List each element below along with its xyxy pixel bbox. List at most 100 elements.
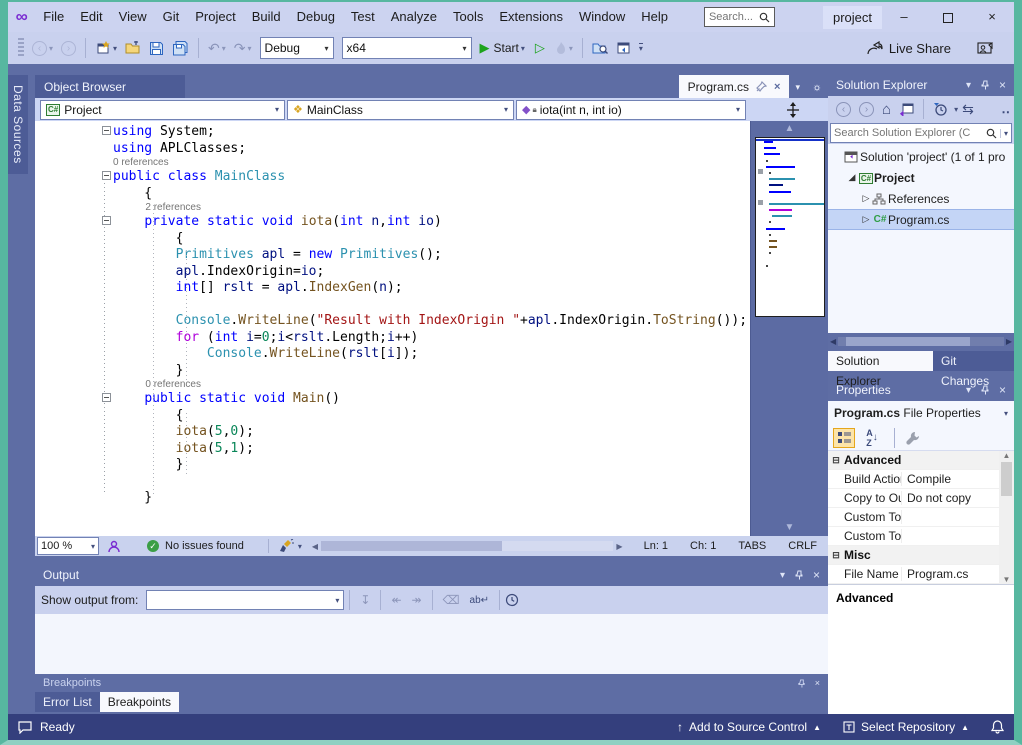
tab-program-cs[interactable]: Program.cs × — [679, 75, 790, 98]
sync-selection-icon[interactable]: ⇆ — [962, 101, 974, 118]
close-panel-icon[interactable]: × — [815, 678, 820, 688]
undo-button[interactable]: ↶▾ — [205, 36, 229, 60]
feedback-bubble-icon[interactable] — [18, 721, 32, 734]
property-row[interactable]: Custom Toc — [828, 527, 999, 546]
window-position-dropdown-icon[interactable]: ▾ — [966, 80, 971, 91]
outline-cell[interactable] — [99, 391, 113, 408]
pin-icon[interactable] — [980, 385, 990, 395]
property-pages-wrench-icon[interactable] — [906, 431, 920, 445]
navigate-back-button[interactable]: ‹▾ — [29, 36, 56, 60]
se-forward-icon[interactable]: › — [859, 102, 874, 117]
code-line[interactable]: using APLClasses; — [99, 141, 750, 158]
property-value[interactable]: Program.cs — [902, 567, 999, 581]
close-panel-icon[interactable]: × — [999, 383, 1006, 397]
solution-explorer-titlebar[interactable]: Solution Explorer ▾ × — [828, 74, 1014, 96]
close-tab-icon[interactable]: × — [774, 81, 780, 93]
project-dropdown[interactable]: C# Project▾ — [40, 100, 285, 120]
save-button[interactable] — [146, 36, 167, 60]
properties-titlebar[interactable]: Properties ▾ × — [828, 379, 1014, 401]
scroll-up-icon[interactable]: ▲ — [1003, 451, 1011, 460]
outline-cell[interactable] — [99, 214, 113, 231]
close-button[interactable]: × — [970, 3, 1014, 31]
scrollbar-thumb[interactable] — [846, 337, 970, 346]
output-panel-titlebar[interactable]: Output ▾ × — [35, 564, 828, 586]
open-file-button[interactable] — [122, 36, 144, 60]
collapse-icon[interactable] — [102, 126, 111, 135]
code-line[interactable]: public class MainClass — [99, 169, 750, 186]
select-repository-button[interactable]: Select Repository ▲ — [843, 720, 969, 734]
live-share-button[interactable]: Live Share — [866, 41, 951, 56]
code-line[interactable]: using System; — [99, 124, 750, 141]
properties-object-combo[interactable]: Program.cs File Properties ▾ — [828, 401, 1014, 425]
feedback-icon[interactable] — [977, 41, 994, 56]
property-row[interactable]: Copy to OuDo not copy — [828, 489, 999, 508]
tree-item-references[interactable]: ▷References — [828, 188, 1014, 209]
property-category-misc[interactable]: ⊟Misc — [828, 546, 999, 565]
properties-vscrollbar[interactable]: ▲ ▼ — [999, 451, 1014, 584]
codelens-references[interactable]: 2 references — [99, 202, 750, 214]
code-line[interactable]: } — [99, 490, 750, 507]
outline-cell[interactable] — [99, 169, 113, 186]
switch-views-icon[interactable] — [899, 103, 914, 116]
code-minimap[interactable] — [755, 137, 825, 317]
code-line[interactable]: { — [99, 186, 750, 203]
pin-icon[interactable] — [980, 80, 990, 90]
solution-configuration-combo[interactable]: Debug▾ — [260, 37, 334, 59]
menu-item-tools[interactable]: Tools — [445, 3, 491, 31]
code-line[interactable]: iota(5,0); — [99, 424, 750, 441]
scrollbar-thumb[interactable] — [321, 541, 502, 551]
editor-gutter[interactable] — [35, 121, 99, 536]
code-line[interactable]: Console.WriteLine(rslt[i]); — [99, 346, 750, 363]
pin-icon[interactable] — [756, 81, 767, 92]
home-icon[interactable]: ⌂ — [882, 101, 891, 118]
code-line[interactable]: private static void iota(int n,int io) — [99, 214, 750, 231]
pin-icon[interactable] — [794, 570, 804, 580]
tab-solution-explorer[interactable]: Solution Explorer — [828, 351, 933, 371]
menu-item-debug[interactable]: Debug — [289, 3, 343, 31]
document-health-indicator[interactable]: ✓ No issues found — [147, 540, 244, 552]
close-panel-icon[interactable]: × — [813, 568, 820, 582]
code-surface[interactable]: using System;using APLClasses;0 referenc… — [99, 121, 750, 536]
document-list-dropdown-icon[interactable]: ▾ — [789, 76, 806, 98]
zoom-level-combo[interactable]: 100 %▾ — [37, 537, 99, 555]
code-line[interactable] — [99, 297, 750, 314]
menu-item-help[interactable]: Help — [633, 3, 676, 31]
se-back-icon[interactable]: ‹ — [836, 102, 851, 117]
scroll-down-icon[interactable]: ▼ — [785, 520, 795, 536]
menu-item-window[interactable]: Window — [571, 3, 633, 31]
timestamp-clock-icon[interactable] — [505, 593, 519, 607]
search-options-dropdown-icon[interactable]: ▾ — [1000, 129, 1008, 138]
menu-item-git[interactable]: Git — [155, 3, 188, 31]
editor-scrollbar-map[interactable]: ▲ ▼ — [750, 121, 828, 536]
pending-changes-filter-icon[interactable] — [933, 102, 948, 116]
code-line[interactable]: { — [99, 408, 750, 425]
tree-item-project[interactable]: ◢C#Project — [828, 167, 1014, 188]
start-without-debugging-button[interactable]: ▷ — [535, 40, 545, 56]
output-content[interactable] — [35, 614, 828, 674]
expander-icon[interactable]: ▷ — [860, 214, 872, 225]
sync-with-active-document-button[interactable] — [613, 36, 635, 60]
live-share-presence-icon[interactable] — [107, 539, 121, 553]
clear-all-icon[interactable]: ⌫ — [443, 593, 460, 607]
member-dropdown[interactable]: ◆🔒︎ iota(int n, int io)▾ — [516, 100, 746, 120]
code-line[interactable]: int[] rslt = apl.IndexGen(n); — [99, 280, 750, 297]
scrollbar-thumb[interactable] — [1001, 462, 1012, 496]
code-line[interactable]: apl.IndexOrigin=io; — [99, 264, 750, 281]
collapse-icon[interactable]: ⊟ — [828, 455, 844, 466]
add-to-source-control-button[interactable]: ↑ Add to Source Control ▲ — [677, 720, 821, 734]
code-line[interactable]: for (int i=0;i<rslt.Length;i++) — [99, 330, 750, 347]
titlebar-search[interactable] — [704, 7, 775, 27]
menu-item-project[interactable]: Project — [187, 3, 243, 31]
window-position-dropdown-icon[interactable]: ▾ — [966, 385, 971, 396]
alphabetical-sort-button[interactable]: AZ↓ — [861, 428, 883, 448]
toolbar-overflow-button[interactable]: ▾ — [639, 43, 643, 53]
hot-reload-button[interactable]: ▾ — [552, 36, 576, 60]
collapse-icon[interactable] — [102, 171, 111, 180]
menu-item-test[interactable]: Test — [343, 3, 383, 31]
property-row[interactable]: File NameProgram.cs — [828, 565, 999, 584]
menu-item-build[interactable]: Build — [244, 3, 289, 31]
code-line[interactable]: Console.WriteLine("Result with IndexOrig… — [99, 313, 750, 330]
menu-item-file[interactable]: File — [35, 3, 72, 31]
tab-breakpoints[interactable]: Breakpoints — [100, 692, 179, 712]
code-line[interactable]: { — [99, 231, 750, 248]
